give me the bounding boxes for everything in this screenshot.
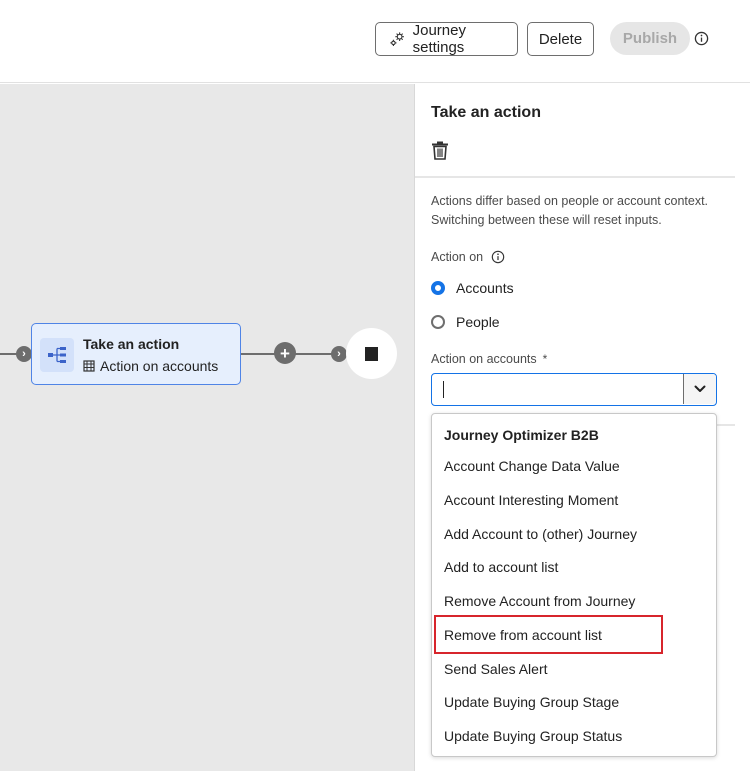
menu-item[interactable]: Send Sales Alert xyxy=(444,661,548,677)
top-toolbar: Journey settings Delete Publish xyxy=(0,0,750,83)
menu-group-header: Journey Optimizer B2B xyxy=(444,427,599,443)
journey-canvas[interactable] xyxy=(0,84,414,771)
radio-accounts[interactable]: Accounts xyxy=(431,280,514,296)
combobox-toggle-button[interactable] xyxy=(683,374,716,404)
node-subtitle-text: Action on accounts xyxy=(100,358,219,374)
panel-divider xyxy=(415,176,735,178)
stop-icon xyxy=(365,346,378,361)
menu-item[interactable]: Remove Account from Journey xyxy=(444,593,635,609)
radio-accounts-label: Accounts xyxy=(456,280,514,296)
building-icon xyxy=(83,360,95,372)
node-subtitle: Action on accounts xyxy=(83,358,218,374)
radio-button[interactable] xyxy=(431,315,445,329)
end-node[interactable] xyxy=(346,328,397,379)
node-title: Take an action xyxy=(83,336,180,352)
info-icon[interactable] xyxy=(694,31,709,46)
take-action-node[interactable]: Take an action Action on accounts xyxy=(31,323,241,385)
chevron-right-icon[interactable]: › xyxy=(331,346,347,362)
action-combobox[interactable] xyxy=(431,373,717,406)
chevron-right-icon[interactable]: › xyxy=(16,346,32,362)
plus-icon[interactable]: + xyxy=(274,342,296,364)
menu-item[interactable]: Add Account to (other) Journey xyxy=(444,526,637,542)
menu-item[interactable]: Update Buying Group Status xyxy=(444,728,622,744)
panel-divider xyxy=(715,424,735,426)
journey-settings-label: Journey settings xyxy=(412,22,466,56)
journey-settings-button[interactable]: Journey settings xyxy=(375,22,518,56)
trash-icon[interactable] xyxy=(431,141,449,160)
action-on-label: Action on xyxy=(431,250,484,264)
action-tree-icon xyxy=(40,338,74,372)
chevron-down-icon xyxy=(694,385,706,392)
menu-item[interactable]: Update Buying Group Stage xyxy=(444,694,619,710)
action-on-label-row: Action on xyxy=(431,250,505,264)
menu-item[interactable]: Add to account list xyxy=(444,559,558,575)
info-icon[interactable] xyxy=(491,250,505,264)
menu-item[interactable]: Account Interesting Moment xyxy=(444,492,618,508)
delete-button[interactable]: Delete xyxy=(527,22,594,56)
action-on-accounts-label-row: Action on accounts * xyxy=(431,352,547,366)
radio-button-checked[interactable] xyxy=(431,281,445,295)
radio-people[interactable]: People xyxy=(431,314,500,330)
gear-icon xyxy=(390,32,404,46)
highlight-box xyxy=(434,615,663,654)
required-asterisk: * xyxy=(542,352,548,366)
panel-title: Take an action xyxy=(431,104,541,121)
text-cursor xyxy=(443,381,444,398)
radio-people-label: People xyxy=(456,314,500,330)
publish-button[interactable]: Publish xyxy=(610,22,690,55)
panel-description: Actions differ based on people or accoun… xyxy=(431,194,709,227)
action-on-accounts-label: Action on accounts xyxy=(431,352,537,366)
menu-item[interactable]: Account Change Data Value xyxy=(444,458,620,474)
